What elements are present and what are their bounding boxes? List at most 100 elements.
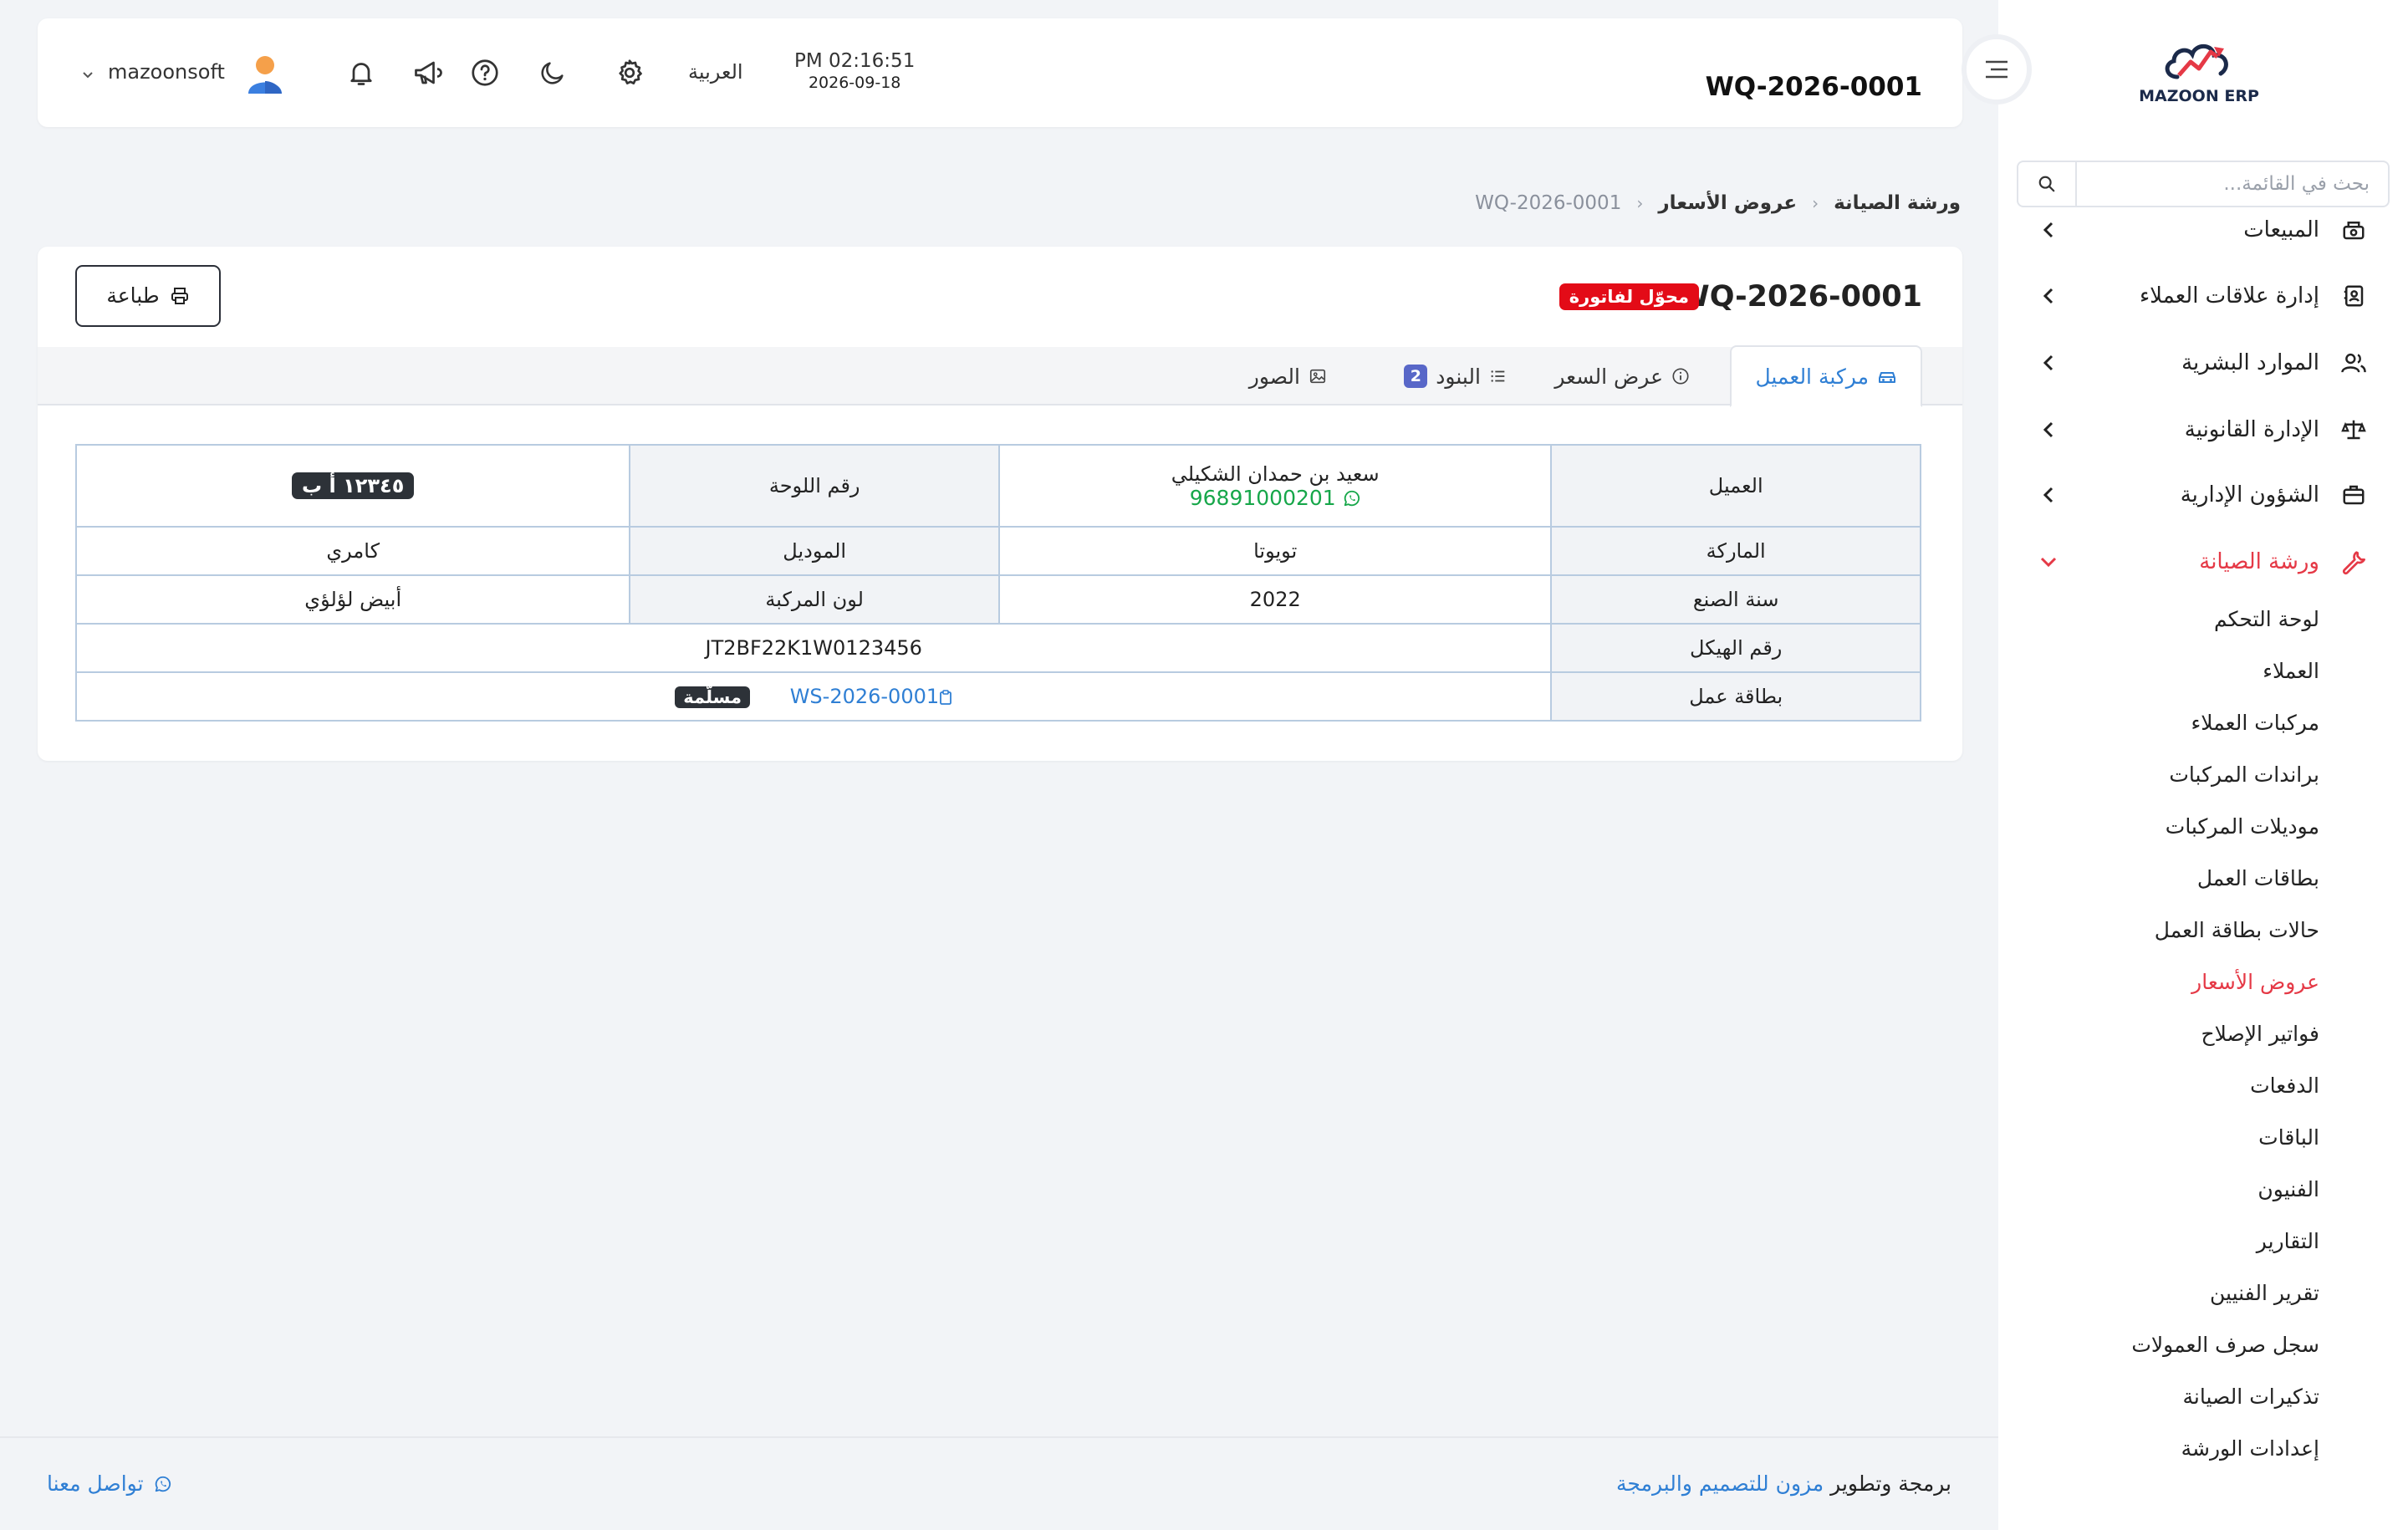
jobcard-number: WS-2026-0001 [789, 685, 940, 708]
help-question-icon[interactable] [468, 56, 502, 89]
whatsapp-icon [155, 1476, 171, 1492]
sidebar-item-label: الشؤون الإدارية [2180, 482, 2319, 507]
year-label: سنة الصنع [1550, 574, 1921, 625]
sidebar-item-label: الإدارة القانونية [2184, 417, 2319, 442]
tab-label: الصور [1248, 364, 1300, 389]
jobcard-link[interactable]: WS-2026-0001 [783, 685, 952, 708]
tab-label: مركبة العميل [1755, 364, 1869, 389]
top-header: WQ-2026-0001 PM 02:16:51 2026-09-18 العر… [38, 18, 1962, 127]
tab-items[interactable]: البنود 2 [1404, 347, 1508, 405]
sidebar-item-sales[interactable]: المبيعات [1998, 205, 2408, 255]
table-row: بطاقة عمل WS-2026-0001 مسلّمة [74, 671, 1921, 722]
language-switch[interactable]: العربية [688, 60, 743, 84]
logo-text: MAZOON ERP [2139, 87, 2259, 105]
sidebar-subitem-commission-log[interactable]: سجل صرف العمولات [2131, 1333, 2319, 1357]
model-label: الموديل [629, 526, 1000, 576]
sidebar-item-crm[interactable]: إدارة علاقات العملاء [1998, 271, 2408, 321]
company-logo[interactable]: MAZOON ERP [2132, 33, 2266, 114]
plate-label: رقم اللوحة [629, 444, 1000, 528]
color-label: لون المركبة [629, 574, 1000, 625]
sidebar-search-input[interactable] [2077, 162, 2388, 206]
tabs-bar: مركبة العميل عرض السعر البنود 2 الصور [38, 345, 1962, 407]
printer-icon [171, 288, 188, 304]
print-button[interactable]: طباعة [75, 265, 221, 327]
breadcrumb-current: WQ-2026-0001 [1475, 192, 1622, 214]
header-clock: PM 02:16:51 2026-09-18 [794, 50, 915, 92]
sidebar-subitem-dashboard[interactable]: لوحة التحكم [2214, 607, 2319, 631]
sidebar-subitem-vehicle-models[interactable]: موديلات المركبات [2166, 814, 2319, 839]
contact-us-label: تواصل معنا [47, 1471, 144, 1496]
sidebar-item-hr[interactable]: الموارد البشرية [1998, 338, 2408, 388]
sidebar-subitem-customers[interactable]: العملاء [2263, 659, 2319, 683]
sidebar-item-label: الموارد البشرية [2181, 350, 2319, 375]
sidebar-subitem-technicians[interactable]: الفنيون [2258, 1177, 2319, 1201]
username-label[interactable]: mazoonsoft [108, 60, 225, 84]
chevron-left-icon [2040, 222, 2057, 238]
vehicle-info-table: العميل سعيد بن حمدان الشكيلي 96891000201… [74, 444, 1921, 722]
list-icon [1491, 370, 1505, 382]
tab-photos[interactable]: الصور [1249, 347, 1327, 405]
sidebar-subitem-payments[interactable]: الدفعات [2250, 1074, 2319, 1098]
address-book-icon [2339, 282, 2368, 310]
chevron-left-icon [2040, 487, 2057, 503]
contact-us-link[interactable]: تواصل معنا [47, 1471, 172, 1496]
logo-cloud-icon [2165, 43, 2228, 79]
sidebar-subitem-maintenance-reminders[interactable]: تذكيرات الصيانة [2182, 1385, 2319, 1409]
sidebar-item-legal[interactable]: الإدارة القانونية [1998, 405, 2408, 455]
sidebar-subitem-packages[interactable]: الباقات [2258, 1125, 2319, 1150]
table-row: العميل سعيد بن حمدان الشكيلي 96891000201… [74, 444, 1921, 528]
chevron-down-icon [2040, 553, 2057, 570]
sidebar-item-workshop[interactable]: ورشة الصيانة [1998, 537, 2408, 587]
megaphone-icon[interactable] [411, 56, 444, 89]
tab-customer-vehicle[interactable]: مركبة العميل [1730, 345, 1922, 407]
settings-gear-icon[interactable] [613, 56, 646, 89]
chevron-left-icon: ‹ [1636, 193, 1644, 213]
vin-label: رقم الهيكل [1550, 623, 1921, 673]
sidebar-subitem-technicians-report[interactable]: تقرير الفنيين [2210, 1281, 2319, 1305]
breadcrumb-section[interactable]: ورشة الصيانة [1834, 192, 1961, 214]
briefcase-icon [2339, 481, 2368, 509]
sidebar-item-admin-affairs[interactable]: الشؤون الإدارية [1998, 470, 2408, 520]
model-value: كامري [74, 526, 631, 576]
sidebar-subitem-repair-invoices[interactable]: فواتير الإصلاح [2201, 1022, 2319, 1046]
sidebar-subitem-job-cards[interactable]: بطاقات العمل [2197, 866, 2319, 890]
sidebar-search [2017, 161, 2390, 207]
sidebar-subitem-quotations[interactable]: عروض الأسعار [2191, 970, 2319, 994]
info-icon [1672, 368, 1689, 385]
user-avatar[interactable] [247, 54, 283, 94]
customer-phone-link[interactable]: 96891000201 [1000, 486, 1550, 510]
color-value: أبيض لؤلؤي [74, 574, 631, 625]
chevron-down-icon[interactable] [81, 69, 94, 82]
plate-cell: ١٢٣٤٥ أ ب [74, 444, 631, 528]
dark-mode-moon-icon[interactable] [536, 56, 569, 89]
chevron-left-icon: ‹ [1812, 193, 1819, 213]
sidebar-subitem-customer-vehicles[interactable]: مركبات العملاء [2191, 711, 2319, 735]
jobcard-cell: WS-2026-0001 مسلّمة [74, 671, 1553, 722]
tab-quote[interactable]: عرض السعر [1554, 347, 1690, 405]
footer-brand-link[interactable]: مزون للتصميم والبرمجة [1616, 1471, 1824, 1496]
clipboard-icon [940, 690, 952, 705]
chevron-left-icon [2040, 354, 2057, 371]
jobcard-label: بطاقة عمل [1550, 671, 1921, 722]
sidebar-subitem-job-card-statuses[interactable]: حالات بطاقة العمل [2155, 918, 2319, 942]
cash-register-icon [2339, 216, 2368, 244]
notification-bell-icon[interactable] [344, 56, 378, 89]
quotation-card: WQ-2026-0001 محوّل لفاتورة طباعة مركبة ا… [38, 247, 1962, 761]
search-icon[interactable] [2018, 162, 2077, 206]
sidebar-subitem-reports[interactable]: التقارير [2257, 1229, 2319, 1253]
sidebar-item-label: إدارة علاقات العملاء [2139, 283, 2319, 309]
sidebar-subitem-workshop-settings[interactable]: إعدادات الورشة [2181, 1436, 2319, 1461]
year-value: 2022 [997, 574, 1553, 625]
sidebar-subitem-vehicle-brands[interactable]: براندات المركبات [2169, 762, 2319, 787]
users-icon [2339, 349, 2368, 377]
scale-icon [2339, 416, 2368, 444]
customer-name[interactable]: سعيد بن حمدان الشكيلي [1000, 462, 1550, 486]
tab-label: عرض السعر [1554, 364, 1663, 389]
jobcard-status-badge: مسلّمة [675, 686, 751, 708]
sidebar-item-label: المبيعات [2243, 217, 2319, 242]
breadcrumb: ورشة الصيانة ‹ عروض الأسعار ‹ WQ-2026-00… [1475, 192, 1961, 214]
breadcrumb-page[interactable]: عروض الأسعار [1658, 192, 1797, 214]
sidebar-toggle-button[interactable] [1962, 34, 2032, 105]
table-row: الماركة تويوتا الموديل كامري [74, 526, 1921, 576]
brand-value: تويوتا [997, 526, 1553, 576]
